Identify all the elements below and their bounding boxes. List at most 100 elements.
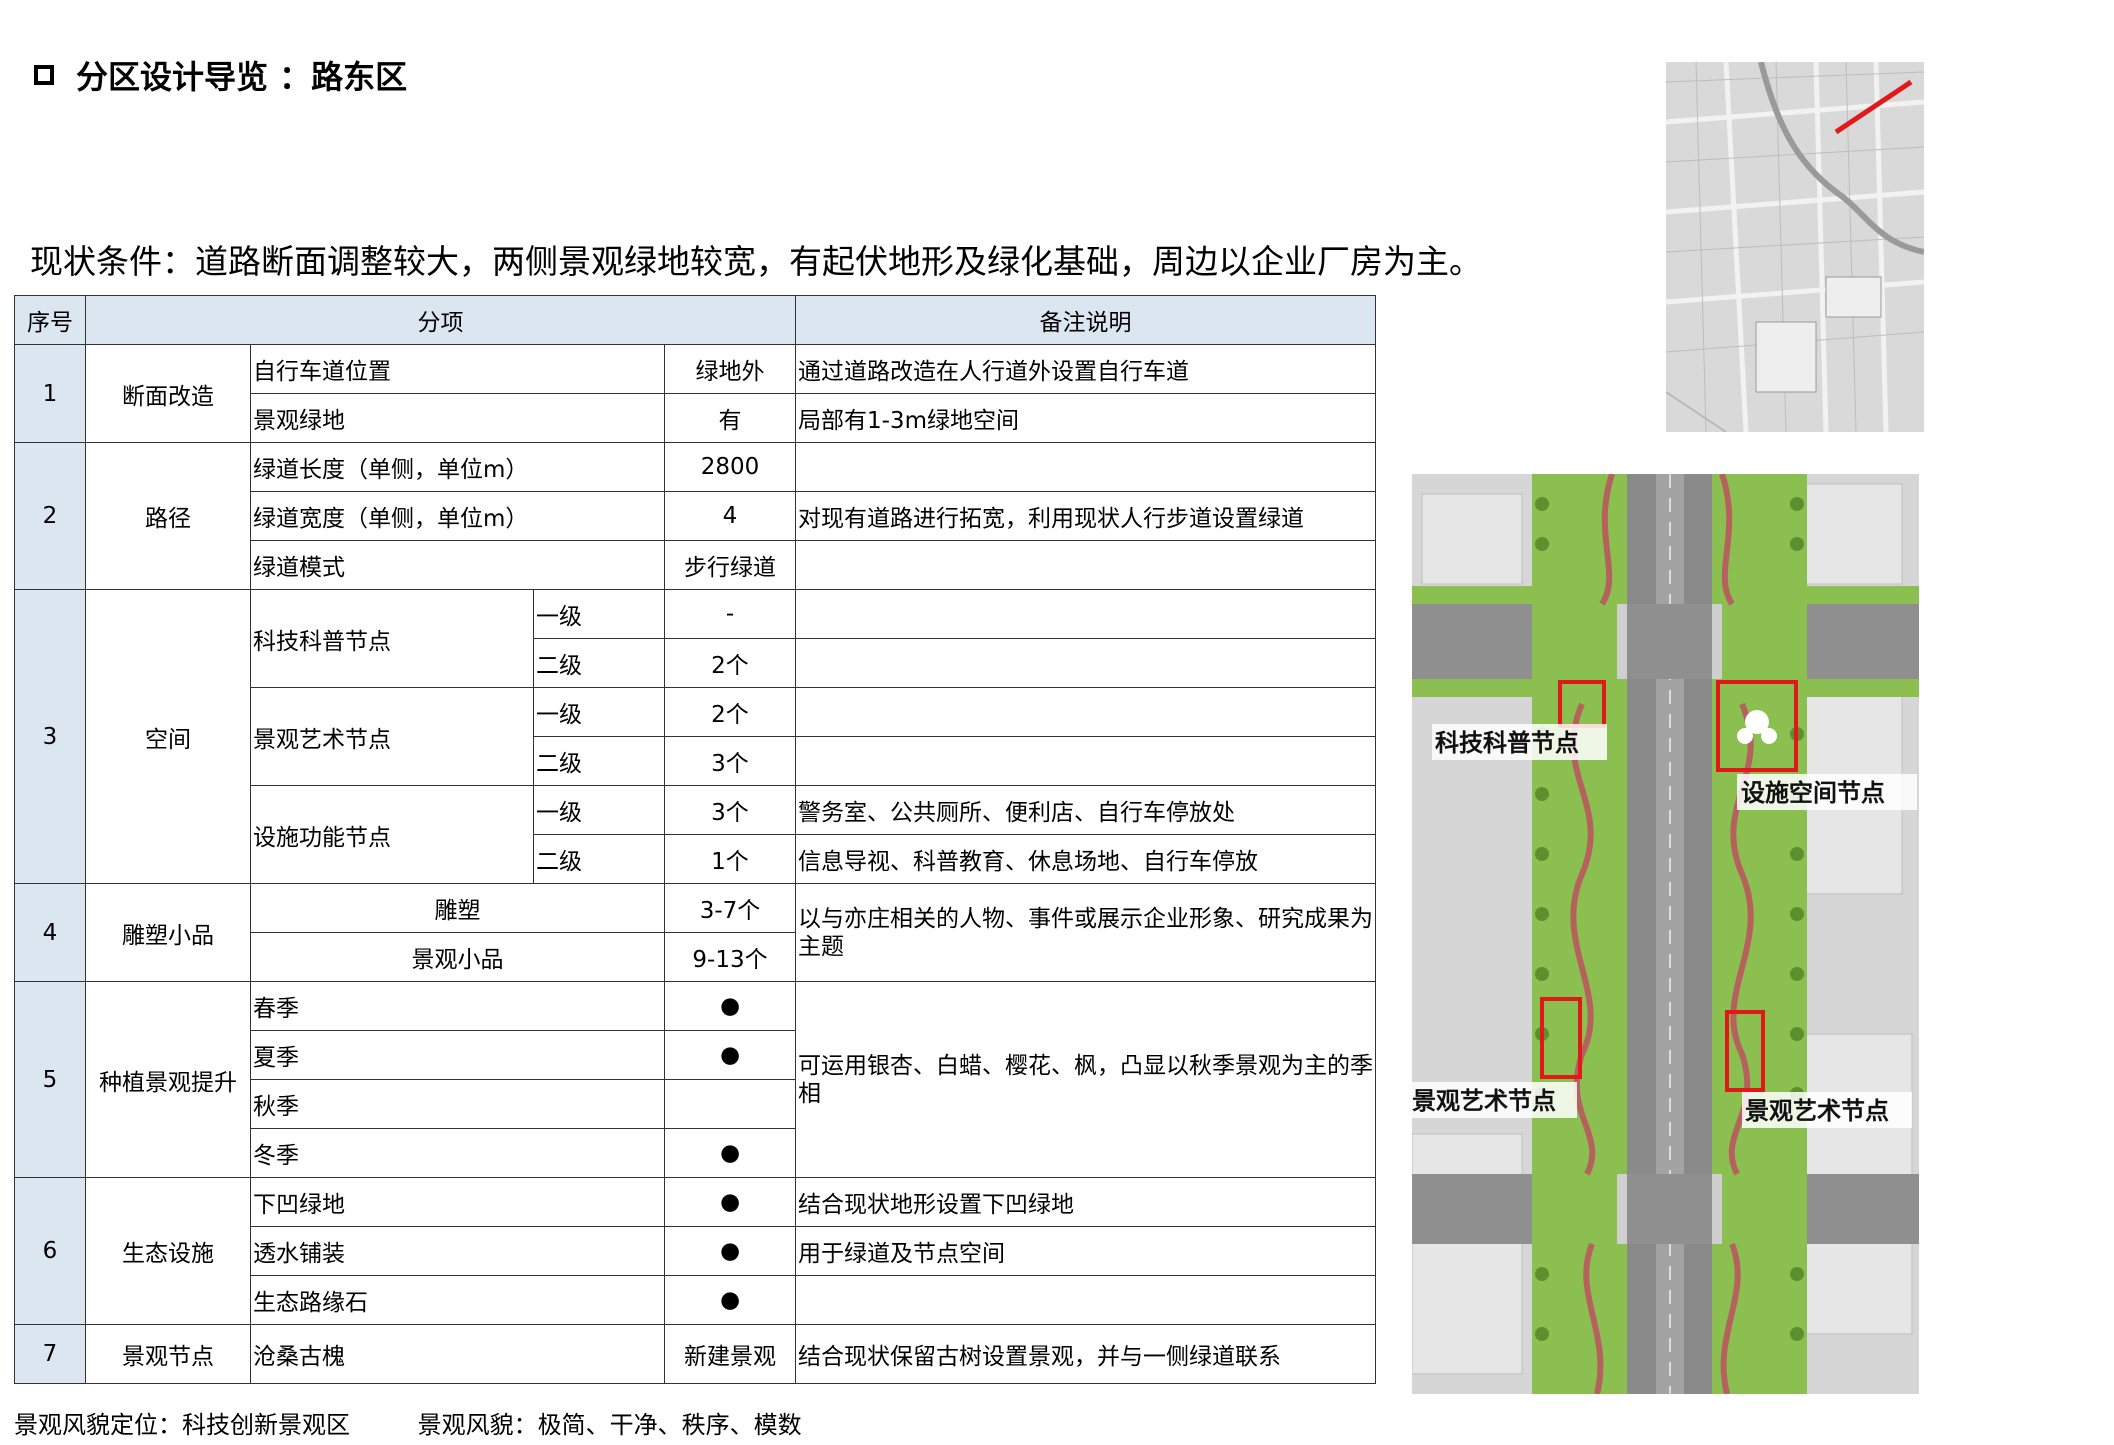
row-note bbox=[795, 589, 1376, 639]
row-note: 结合现状保留古树设置景观，并与一侧绿道联系 bbox=[795, 1324, 1376, 1384]
page-title: 分区设计导览 ：路东区 bbox=[34, 52, 407, 98]
row-value: 有 bbox=[664, 393, 796, 443]
row-item: 绿道模式 bbox=[250, 540, 665, 590]
label-facility-node: 设施空间节点 bbox=[1741, 779, 1885, 807]
row-no: 4 bbox=[14, 883, 86, 982]
header-note: 备注说明 bbox=[795, 295, 1376, 345]
table-header-row: 序号 分项 备注说明 bbox=[14, 295, 1376, 345]
row-level: 二级 bbox=[533, 736, 665, 786]
row-value: ● bbox=[664, 1275, 796, 1325]
row-note: 局部有1-3m绿地空间 bbox=[795, 393, 1376, 443]
row-value: 2800 bbox=[664, 442, 796, 492]
row-note: 对现有道路进行拓宽，利用现状人行步道设置绿道 bbox=[795, 491, 1376, 541]
row-level: 一级 bbox=[533, 589, 665, 639]
row-no: 6 bbox=[14, 1177, 86, 1325]
row-note: 结合现状地形设置下凹绿地 bbox=[795, 1177, 1376, 1227]
row-value: - bbox=[664, 589, 796, 639]
row-value: 3个 bbox=[664, 736, 796, 786]
row-item: 绿道宽度（单侧，单位m） bbox=[250, 491, 665, 541]
row-category: 生态设施 bbox=[85, 1177, 251, 1325]
row-no: 1 bbox=[14, 344, 86, 443]
footer-style: 景观风貌：极简、干净、秩序、模数 bbox=[417, 1411, 802, 1439]
row-value bbox=[664, 1079, 796, 1129]
row-value: ● bbox=[664, 1128, 796, 1178]
row-note: 用于绿道及节点空间 bbox=[795, 1226, 1376, 1276]
location-minimap bbox=[1666, 62, 1924, 432]
row-level: 一级 bbox=[533, 785, 665, 835]
page-title-text: 分区设计导览 ：路东区 bbox=[76, 58, 408, 96]
row-value: 9-13个 bbox=[664, 932, 796, 982]
row-note: 信息导视、科普教育、休息场地、自行车停放 bbox=[795, 834, 1376, 884]
row-category: 种植景观提升 bbox=[85, 981, 251, 1178]
row-value: 3-7个 bbox=[664, 883, 796, 933]
label-art-node-left: 景观艺术节点 bbox=[1412, 1087, 1556, 1115]
row-value: ● bbox=[664, 1177, 796, 1227]
row-note bbox=[795, 736, 1376, 786]
table-row: 4 雕塑小品 雕塑 3-7个 以与亦庄相关的人物、事件或展示企业形象、研究成果为… bbox=[14, 883, 1376, 982]
row-note: 以与亦庄相关的人物、事件或展示企业形象、研究成果为主题 bbox=[795, 883, 1376, 982]
row-value: 2个 bbox=[664, 638, 796, 688]
footer: 景观风貌定位：科技创新景观区 景观风貌：极简、干净、秩序、模数 bbox=[14, 1405, 862, 1440]
row-level: 二级 bbox=[533, 834, 665, 884]
row-item: 设施功能节点 bbox=[250, 785, 534, 884]
row-item: 自行车道位置 bbox=[250, 344, 665, 394]
row-no: 7 bbox=[14, 1324, 86, 1384]
row-item: 景观小品 bbox=[250, 932, 665, 982]
header-no: 序号 bbox=[14, 295, 86, 345]
design-table: 序号 分项 备注说明 1 断面改造 自行车道位置 绿地外 通过道路改造在人行道外… bbox=[14, 295, 1376, 1384]
row-value: 步行绿道 bbox=[664, 540, 796, 590]
footer-position: 景观风貌定位：科技创新景观区 bbox=[14, 1411, 350, 1439]
site-plan: 科技科普节点 设施空间节点 景观艺术节点 景观艺术节点 bbox=[1412, 474, 1919, 1394]
row-note bbox=[795, 1275, 1376, 1325]
row-note bbox=[795, 687, 1376, 737]
row-level: 一级 bbox=[533, 687, 665, 737]
row-note bbox=[795, 638, 1376, 688]
header-item: 分项 bbox=[85, 295, 796, 345]
row-value: ● bbox=[664, 1226, 796, 1276]
row-note: 警务室、公共厕所、便利店、自行车停放处 bbox=[795, 785, 1376, 835]
row-category: 路径 bbox=[85, 442, 251, 590]
row-value: 2个 bbox=[664, 687, 796, 737]
table-row: 7 景观节点 沧桑古槐 新建景观 结合现状保留古树设置景观，并与一侧绿道联系 bbox=[14, 1324, 1376, 1384]
table-row: 6 生态设施 下凹绿地 ● 结合现状地形设置下凹绿地 bbox=[14, 1177, 1376, 1325]
row-item: 透水铺装 bbox=[250, 1226, 665, 1276]
row-item: 科技科普节点 bbox=[250, 589, 534, 688]
row-item: 生态路缘石 bbox=[250, 1275, 665, 1325]
row-item: 沧桑古槐 bbox=[250, 1324, 665, 1384]
row-item: 下凹绿地 bbox=[250, 1177, 665, 1227]
table-row: 2 路径 绿道长度（单侧，单位m） 2800 bbox=[14, 442, 1376, 590]
label-sci-node: 科技科普节点 bbox=[1435, 729, 1579, 757]
row-item: 秋季 bbox=[250, 1079, 665, 1129]
row-value: 4 bbox=[664, 491, 796, 541]
row-note: 通过道路改造在人行道外设置自行车道 bbox=[795, 344, 1376, 394]
row-note bbox=[795, 540, 1376, 590]
row-note: 可运用银杏、白蜡、樱花、枫，凸显以秋季景观为主的季相 bbox=[795, 981, 1376, 1178]
row-value: 新建景观 bbox=[664, 1324, 796, 1384]
row-category: 雕塑小品 bbox=[85, 883, 251, 982]
row-item: 绿道长度（单侧，单位m） bbox=[250, 442, 665, 492]
table-row: 1 断面改造 自行车道位置 绿地外 通过道路改造在人行道外设置自行车道 bbox=[14, 344, 1376, 443]
row-category: 空间 bbox=[85, 589, 251, 884]
row-item: 景观艺术节点 bbox=[250, 687, 534, 786]
row-value: ● bbox=[664, 1030, 796, 1080]
row-item: 春季 bbox=[250, 981, 665, 1031]
status-description: 现状条件：道路断面调整较大，两侧景观绿地较宽，有起伏地形及绿化基础，周边以企业厂… bbox=[30, 242, 1482, 281]
row-category: 景观节点 bbox=[85, 1324, 251, 1384]
row-value: 3个 bbox=[664, 785, 796, 835]
row-value: ● bbox=[664, 981, 796, 1031]
row-item: 雕塑 bbox=[250, 883, 665, 933]
row-value: 1个 bbox=[664, 834, 796, 884]
row-no: 3 bbox=[14, 589, 86, 884]
table-row: 3 空间 科技科普节点 一级 - bbox=[14, 589, 1376, 884]
row-item: 夏季 bbox=[250, 1030, 665, 1080]
row-value: 绿地外 bbox=[664, 344, 796, 394]
checkbox-square-icon bbox=[34, 65, 54, 85]
row-item: 冬季 bbox=[250, 1128, 665, 1178]
label-art-node-right: 景观艺术节点 bbox=[1745, 1097, 1889, 1125]
row-no: 2 bbox=[14, 442, 86, 590]
row-note bbox=[795, 442, 1376, 492]
row-level: 二级 bbox=[533, 638, 665, 688]
row-category: 断面改造 bbox=[85, 344, 251, 443]
table-row: 5 种植景观提升 春季 ● 可运用银杏、白蜡、樱花、枫，凸显以秋季景观为主的季相 bbox=[14, 981, 1376, 1178]
row-no: 5 bbox=[14, 981, 86, 1178]
